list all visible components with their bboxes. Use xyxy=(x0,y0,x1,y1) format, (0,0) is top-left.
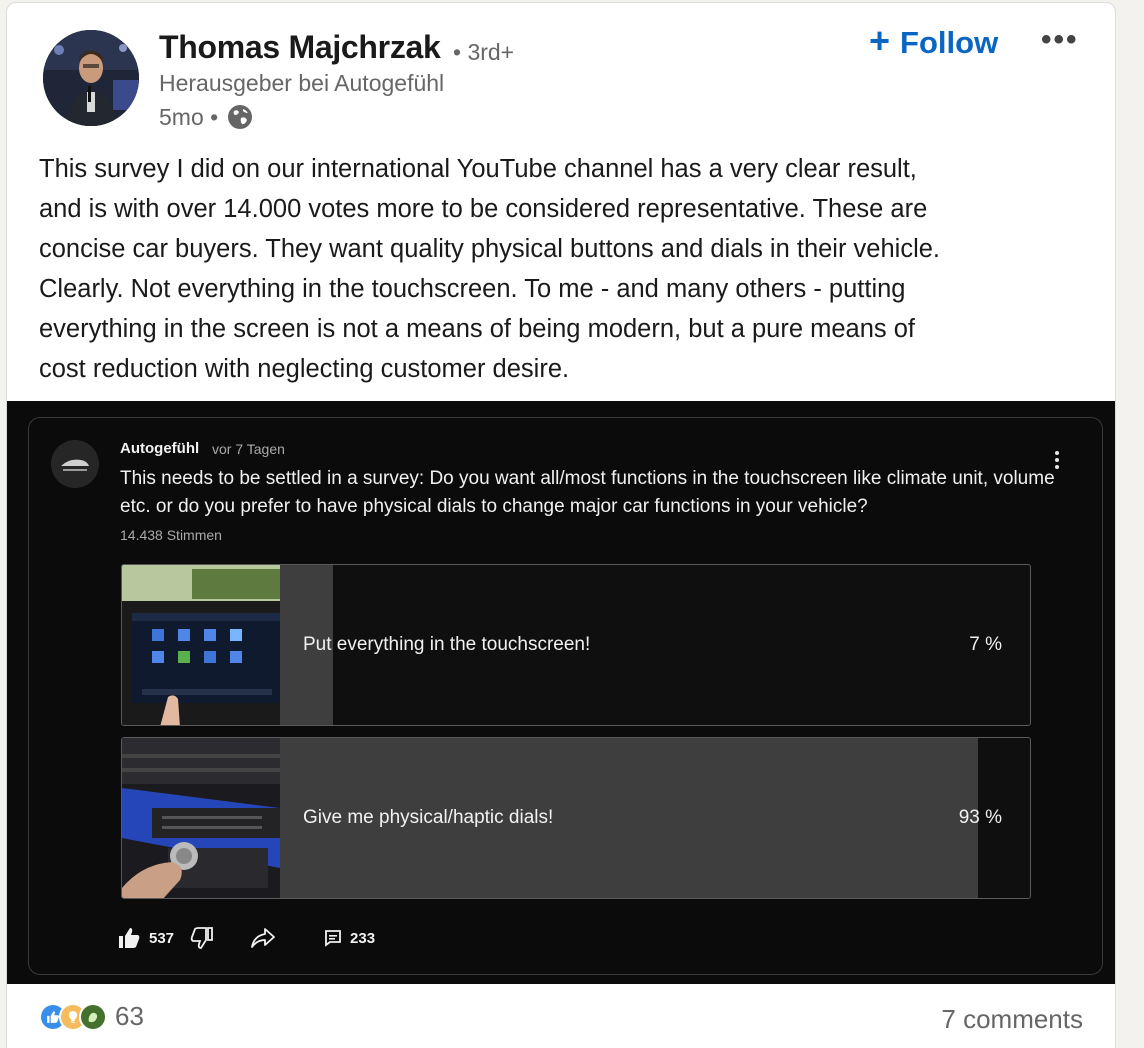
thumbs-down-icon xyxy=(190,926,214,950)
comments-count-link[interactable]: 7 comments xyxy=(941,1004,1083,1035)
author-avatar[interactable] xyxy=(43,30,139,126)
author-headline: Herausgeber bei Autogefühl xyxy=(159,70,445,96)
youtube-community-post: Autogefühl vor 7 Tagen This needs to be … xyxy=(28,417,1103,975)
poll-option-label: Put everything in the touchscreen! xyxy=(303,634,591,655)
dislike-action xyxy=(190,926,214,950)
share-icon xyxy=(250,926,276,950)
follow-label: Follow xyxy=(900,25,999,60)
globe-icon xyxy=(226,103,254,131)
share-action xyxy=(250,926,276,950)
post-body-line: cost reduction with neglecting customer … xyxy=(39,355,570,383)
post-body-line: and is with over 14.000 votes more to be… xyxy=(39,195,928,223)
celebrate-reaction-icon xyxy=(79,1002,107,1031)
follow-button[interactable]: + Follow xyxy=(869,20,999,61)
author-name[interactable]: Thomas Majchrzak xyxy=(159,29,441,66)
post-body-line: Clearly. Not everything in the touchscre… xyxy=(39,275,906,303)
post-body-line: everything in the screen is not a means … xyxy=(39,315,916,343)
connection-degree: • 3rd+ xyxy=(453,39,515,65)
plus-icon: + xyxy=(869,20,891,61)
poll-option: Give me physical/haptic dials! 93 % xyxy=(121,737,1031,899)
poll-question: This needs to be settled in a survey: Do… xyxy=(120,468,1055,517)
touchscreen-thumbnail xyxy=(122,565,280,725)
post-age: vor 7 Tagen xyxy=(212,441,285,457)
post-body-line: This survey I did on our international Y… xyxy=(39,155,917,183)
like-action: 537 xyxy=(117,926,174,950)
post-body-line: concise car buyers. They want quality ph… xyxy=(39,235,941,263)
reactions-summary[interactable]: 63 xyxy=(39,1001,144,1032)
channel-name: Autogefühl xyxy=(120,440,200,457)
poll-option: Put everything in the touchscreen! 7 % xyxy=(121,564,1031,726)
comment-count: 233 xyxy=(350,929,376,947)
more-options-icon[interactable]: ••• xyxy=(1041,23,1079,57)
poll-option-percent: 93 % xyxy=(958,807,1002,828)
youtube-action-bar: 537 233 xyxy=(117,926,375,950)
timestamp-text: 5mo • xyxy=(159,103,219,130)
thumbs-up-icon xyxy=(117,926,141,950)
channel-avatar xyxy=(51,440,99,488)
post-image[interactable]: Autogefühl vor 7 Tagen This needs to be … xyxy=(7,401,1115,984)
comment-icon xyxy=(324,929,342,947)
like-count: 537 xyxy=(149,929,175,947)
poll-option-percent: 7 % xyxy=(969,634,1002,655)
poll-option-label: Give me physical/haptic dials! xyxy=(303,807,554,828)
vote-count: 14.438 Stimmen xyxy=(120,527,222,543)
reactions-count: 63 xyxy=(115,1001,144,1031)
linkedin-post-card: Thomas Majchrzak • 3rd+ Herausgeber bei … xyxy=(6,2,1116,1048)
post-body: This survey I did on our international Y… xyxy=(39,149,1099,389)
post-timestamp: 5mo • xyxy=(159,103,254,131)
comment-action: 233 xyxy=(324,929,375,947)
kebab-menu-icon xyxy=(1047,448,1067,478)
dials-thumbnail xyxy=(122,738,280,898)
